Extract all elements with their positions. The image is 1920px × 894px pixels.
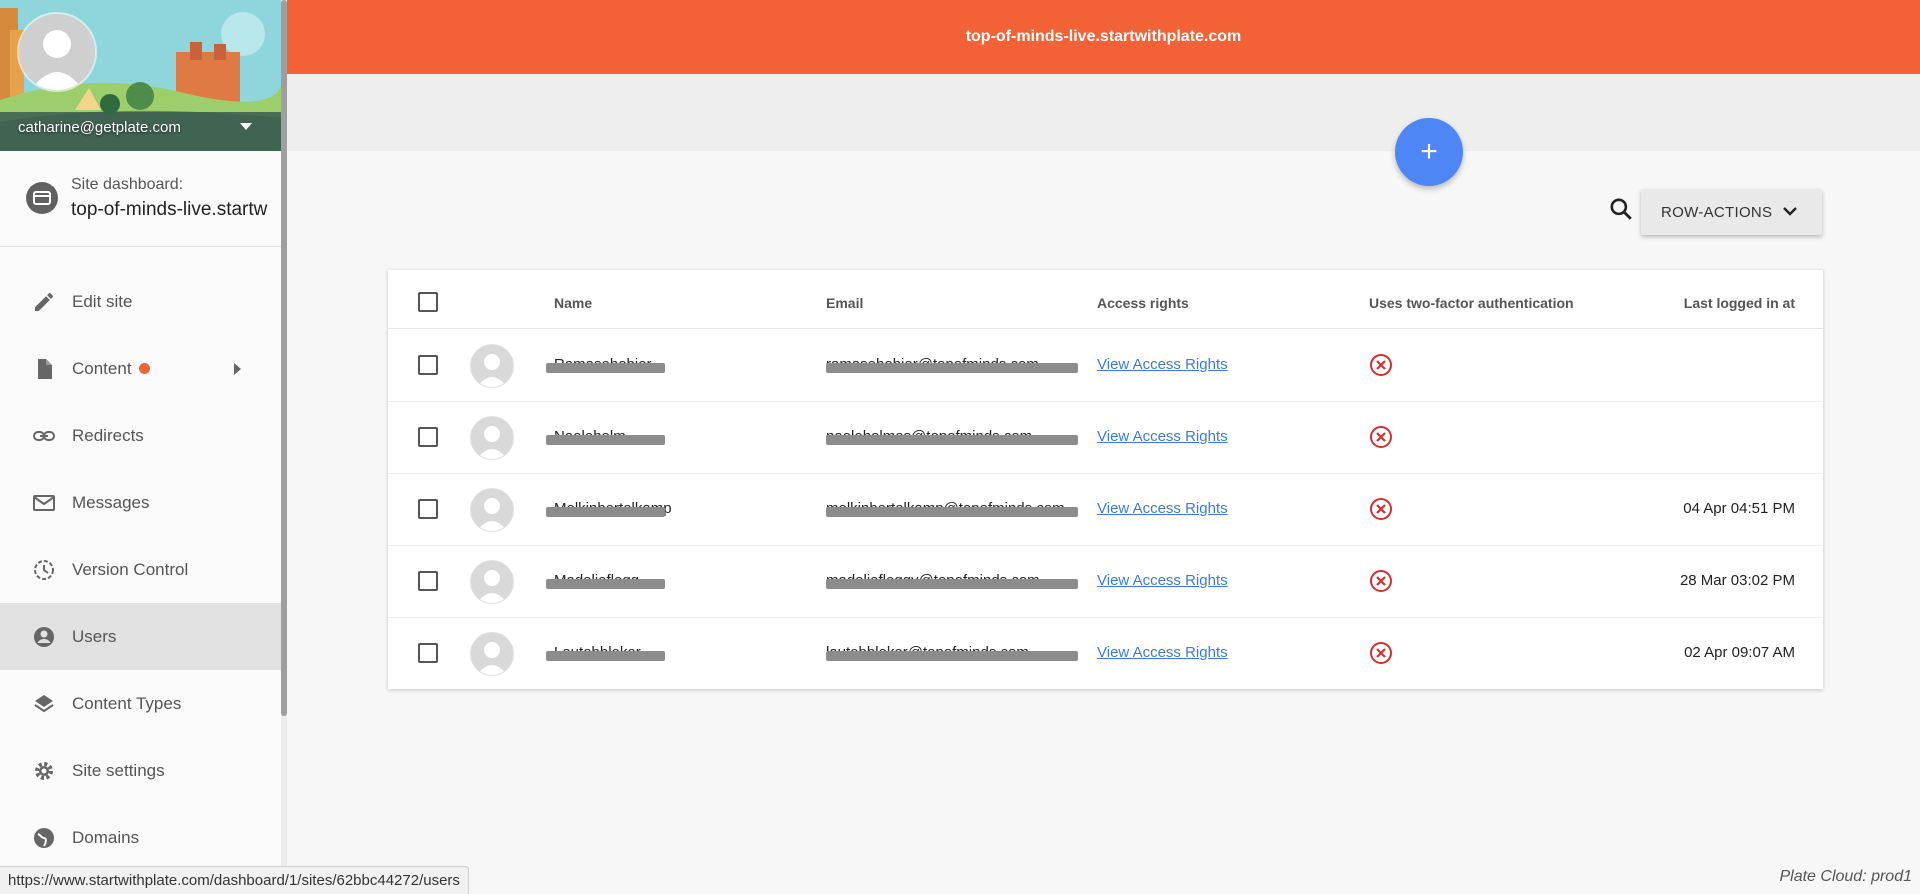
- table-row[interactable]: Melkinbertelkamp melkinbertelkamp@topofm…: [388, 473, 1823, 546]
- view-access-rights-link[interactable]: View Access Rights: [1097, 644, 1228, 661]
- content-badge-dot: [139, 363, 150, 374]
- row-checkbox[interactable]: [418, 355, 438, 375]
- last-login-time: 28 Mar 03:02 PM: [1679, 572, 1795, 589]
- globe-icon: [31, 825, 57, 851]
- avatar: [470, 344, 514, 388]
- document-icon: [31, 356, 57, 382]
- table-header: Name Email Access rights Uses two-factor…: [388, 270, 1823, 329]
- chevron-down-icon: [1781, 202, 1799, 220]
- pencil-icon: [31, 289, 57, 315]
- profile-banner: catharine@getplate.com: [0, 0, 281, 151]
- redaction-bar: [826, 507, 1078, 517]
- table-row[interactable]: Madelieflegg madeliefleggy@topofminds.co…: [388, 545, 1823, 618]
- sidebar-item-label: Edit site: [72, 291, 133, 311]
- search-icon[interactable]: [1608, 196, 1634, 222]
- table-row[interactable]: Naoleholm naoleholmes@topofminds.com Vie…: [388, 401, 1823, 474]
- envelope-icon: [31, 490, 57, 516]
- sidebar-item-label: Domains: [72, 827, 140, 847]
- sidebar-item-label: Site settings: [72, 760, 165, 780]
- sidebar-item-users[interactable]: Users: [0, 603, 281, 670]
- table-row[interactable]: Lautobbleker lautobbleker@topofminds.com…: [388, 617, 1823, 689]
- sidebar-item-content[interactable]: Content: [0, 335, 281, 402]
- environment-label: Plate Cloud: prod1: [1779, 868, 1912, 885]
- sidebar-item-label: Version Control: [72, 559, 189, 579]
- redaction-bar: [826, 435, 1078, 445]
- row-actions-label: ROW-ACTIONS: [1661, 204, 1773, 221]
- sidebar-item-label: Redirects: [72, 425, 144, 445]
- link-icon: [31, 423, 57, 449]
- view-access-rights-link[interactable]: View Access Rights: [1097, 500, 1228, 517]
- site-dashboard-label: Site dashboard:: [71, 176, 184, 193]
- sidebar-item-label: Content: [72, 358, 132, 378]
- select-all-checkbox[interactable]: [418, 292, 438, 312]
- sidebar: catharine@getplate.com Site dashboard: t…: [0, 0, 282, 893]
- account-circle-icon: [31, 624, 57, 650]
- redaction-bar: [826, 651, 1078, 661]
- redaction-bar: [546, 363, 665, 373]
- column-header-two-factor[interactable]: Uses two-factor authentication: [1369, 295, 1574, 311]
- sidebar-item-domains[interactable]: Domains: [0, 804, 281, 871]
- table-row[interactable]: Ramasehobier ramasehobier@topofminds.com…: [388, 329, 1823, 402]
- view-access-rights-link[interactable]: View Access Rights: [1097, 572, 1228, 589]
- gear-icon: [31, 758, 57, 784]
- two-factor-disabled-icon: [1369, 425, 1393, 449]
- chevron-right-icon[interactable]: [234, 362, 241, 375]
- add-user-button[interactable]: +: [1395, 118, 1463, 186]
- column-header-last-login[interactable]: Last logged in at: [1684, 295, 1795, 311]
- redaction-bar: [546, 435, 665, 445]
- redaction-bar: [826, 363, 1078, 373]
- view-access-rights-link[interactable]: View Access Rights: [1097, 356, 1228, 373]
- site-dashboard-name: top-of-minds-live.startw: [71, 199, 268, 220]
- last-login-time: 04 Apr 04:51 PM: [1683, 500, 1795, 517]
- site-dashboard-block[interactable]: Site dashboard: top-of-minds-live.startw: [0, 151, 281, 247]
- two-factor-disabled-icon: [1369, 497, 1393, 521]
- sidebar-item-version-control[interactable]: Version Control: [0, 536, 281, 603]
- sidebar-item-site-settings[interactable]: Site settings: [0, 737, 281, 804]
- column-header-access-rights[interactable]: Access rights: [1097, 295, 1189, 311]
- user-email[interactable]: catharine@getplate.com: [18, 119, 181, 136]
- column-header-name[interactable]: Name: [554, 295, 592, 311]
- row-actions-button[interactable]: ROW-ACTIONS: [1641, 189, 1822, 235]
- layers-icon: [31, 691, 57, 717]
- redaction-bar: [546, 579, 665, 589]
- status-bar-url: https://www.startwithplate.com/dashboard…: [0, 866, 469, 894]
- row-checkbox[interactable]: [418, 571, 438, 591]
- sidebar-item-label: Users: [72, 626, 117, 646]
- row-checkbox[interactable]: [418, 499, 438, 519]
- sidebar-item-label: Content Types: [72, 693, 182, 713]
- last-login-time: 02 Apr 09:07 AM: [1684, 644, 1795, 661]
- column-header-email[interactable]: Email: [826, 295, 863, 311]
- redaction-bar: [546, 651, 665, 661]
- avatar: [470, 416, 514, 460]
- redaction-bar: [826, 579, 1078, 589]
- two-factor-disabled-icon: [1369, 569, 1393, 593]
- sidebar-item-label: Messages: [72, 492, 150, 512]
- sidebar-item-edit-site[interactable]: Edit site: [0, 268, 281, 335]
- account-dropdown-caret-icon[interactable]: [240, 123, 252, 130]
- user-avatar[interactable]: [19, 14, 95, 90]
- sidebar-item-redirects[interactable]: Redirects: [0, 402, 281, 469]
- two-factor-disabled-icon: [1369, 353, 1393, 377]
- avatar: [470, 488, 514, 532]
- users-table: Name Email Access rights Uses two-factor…: [388, 270, 1823, 689]
- row-checkbox[interactable]: [418, 643, 438, 663]
- top-bar: top-of-minds-live.startwithplate.com: [287, 0, 1920, 74]
- sidebar-item-content-types[interactable]: Content Types: [0, 670, 281, 737]
- avatar: [470, 560, 514, 604]
- row-checkbox[interactable]: [418, 427, 438, 447]
- sub-bar: [287, 74, 1920, 151]
- two-factor-disabled-icon: [1369, 641, 1393, 665]
- redaction-bar: [546, 507, 665, 517]
- dashboard-icon: [26, 182, 58, 214]
- history-icon: [31, 557, 57, 583]
- site-domain-title: top-of-minds-live.startwithplate.com: [965, 28, 1242, 45]
- view-access-rights-link[interactable]: View Access Rights: [1097, 428, 1228, 445]
- sidebar-item-messages[interactable]: Messages: [0, 469, 281, 536]
- avatar: [470, 632, 514, 676]
